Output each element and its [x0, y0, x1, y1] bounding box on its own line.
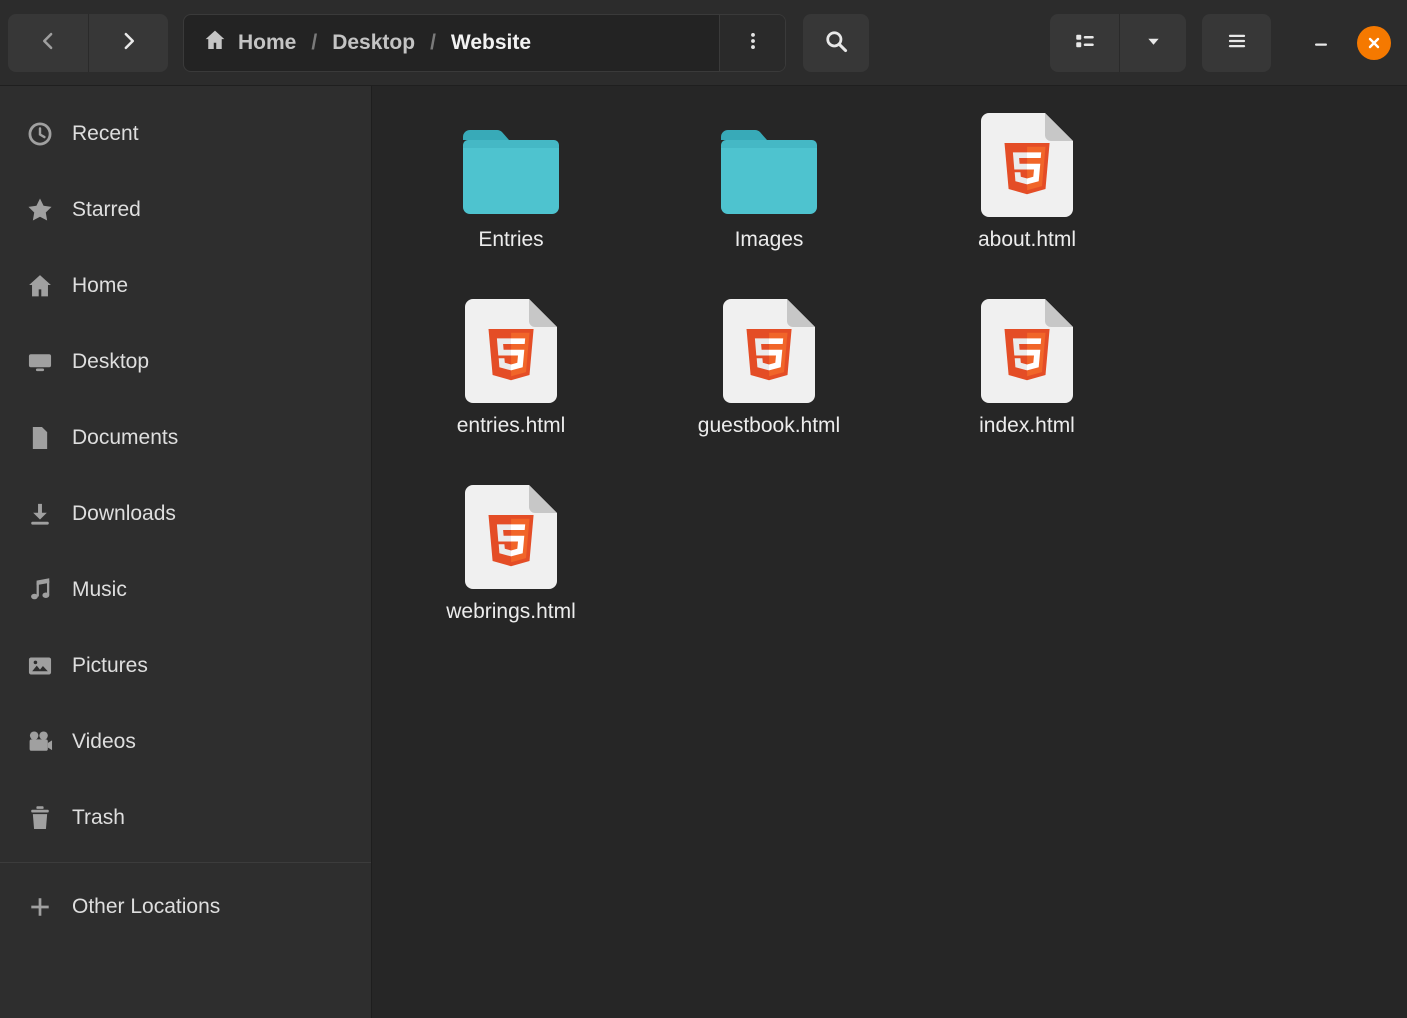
- search-button[interactable]: [803, 14, 869, 72]
- breadcrumb-website[interactable]: Website: [451, 31, 531, 55]
- search-icon: [825, 30, 848, 56]
- sidebar-item-documents[interactable]: Documents: [0, 400, 371, 476]
- html-file-icon: [722, 292, 816, 404]
- path-separator: /: [430, 31, 436, 55]
- list-view-icon: [1075, 31, 1095, 54]
- home-icon: [27, 273, 53, 299]
- clock-icon: [27, 121, 53, 147]
- sidebar-item-label: Videos: [72, 730, 136, 754]
- file-item-entries-folder[interactable]: Entries: [382, 94, 640, 280]
- file-item-about-html[interactable]: about.html: [898, 94, 1156, 280]
- view-toggle-button[interactable]: [1050, 14, 1119, 72]
- back-chevron-icon: [38, 31, 58, 54]
- hamburger-menu-icon: [1227, 31, 1247, 54]
- html-file-icon: [464, 292, 558, 404]
- file-item-guestbook-html[interactable]: guestbook.html: [640, 280, 898, 466]
- header-bar: Home / Desktop / Website: [0, 0, 1407, 86]
- sidebar-item-label: Music: [72, 578, 127, 602]
- file-label: entries.html: [457, 414, 566, 438]
- dropdown-arrow-icon: [1146, 34, 1161, 52]
- home-icon: [204, 29, 226, 57]
- download-icon: [27, 501, 53, 527]
- sidebar-item-label: Recent: [72, 122, 139, 146]
- sidebar-item-other-locations[interactable]: Other Locations: [0, 869, 371, 945]
- sidebar-item-videos[interactable]: Videos: [0, 704, 371, 780]
- sidebar-item-music[interactable]: Music: [0, 552, 371, 628]
- back-button[interactable]: [8, 14, 88, 72]
- sidebar-item-label: Trash: [72, 806, 125, 830]
- video-camera-icon: [27, 729, 53, 755]
- sidebar-item-label: Home: [72, 274, 128, 298]
- breadcrumb-home[interactable]: Home: [204, 29, 296, 57]
- sidebar-item-home[interactable]: Home: [0, 248, 371, 324]
- document-icon: [27, 425, 53, 451]
- desktop-icon: [27, 349, 53, 375]
- view-options-dropdown[interactable]: [1119, 14, 1186, 72]
- close-button[interactable]: [1349, 14, 1399, 72]
- sidebar-item-pictures[interactable]: Pictures: [0, 628, 371, 704]
- html-file-icon: [464, 478, 558, 590]
- sidebar-item-trash[interactable]: Trash: [0, 780, 371, 856]
- music-note-icon: [27, 577, 53, 603]
- file-label: Images: [735, 228, 804, 252]
- breadcrumb-desktop[interactable]: Desktop: [332, 31, 415, 55]
- file-item-index-html[interactable]: index.html: [898, 280, 1156, 466]
- sidebar-item-label: Pictures: [72, 654, 148, 678]
- sidebar-item-recent[interactable]: Recent: [0, 96, 371, 172]
- path-bar: Home / Desktop / Website: [183, 14, 786, 72]
- plus-icon: [27, 894, 53, 920]
- sidebar-item-label: Downloads: [72, 502, 176, 526]
- file-item-images-folder[interactable]: Images: [640, 94, 898, 280]
- html-file-icon: [980, 292, 1074, 404]
- file-label: Entries: [478, 228, 543, 252]
- path-separator: /: [311, 31, 317, 55]
- sidebar-item-label: Starred: [72, 198, 141, 222]
- file-manager-window: Home / Desktop / Website: [0, 0, 1407, 1018]
- html-file-icon: [980, 106, 1074, 218]
- minimize-button[interactable]: [1295, 14, 1347, 72]
- breadcrumb: Home / Desktop / Website: [184, 15, 719, 71]
- forward-chevron-icon: [119, 31, 139, 54]
- sidebar-separator: [0, 862, 371, 863]
- folder-icon: [459, 106, 563, 218]
- trash-icon: [27, 805, 53, 831]
- file-grid: Entries Images: [372, 86, 1407, 1018]
- file-label: guestbook.html: [698, 414, 840, 438]
- sidebar-item-starred[interactable]: Starred: [0, 172, 371, 248]
- sidebar-item-label: Documents: [72, 426, 178, 450]
- star-icon: [27, 197, 53, 223]
- close-icon: [1357, 26, 1391, 60]
- path-options-button[interactable]: [719, 15, 785, 71]
- file-label: index.html: [979, 414, 1075, 438]
- nav-button-group: [8, 14, 168, 72]
- file-label: about.html: [978, 228, 1076, 252]
- file-label: webrings.html: [446, 600, 576, 624]
- main-menu-button[interactable]: [1202, 14, 1271, 72]
- three-dot-menu-icon: [744, 32, 762, 53]
- breadcrumb-home-label: Home: [238, 31, 296, 55]
- places-sidebar: Recent Starred Home Desktop: [0, 86, 372, 1018]
- view-button-group: [1050, 14, 1186, 72]
- sidebar-item-downloads[interactable]: Downloads: [0, 476, 371, 552]
- file-item-entries-html[interactable]: entries.html: [382, 280, 640, 466]
- sidebar-item-desktop[interactable]: Desktop: [0, 324, 371, 400]
- forward-button[interactable]: [88, 14, 168, 72]
- window-body: Recent Starred Home Desktop: [0, 86, 1407, 1018]
- sidebar-item-label: Other Locations: [72, 895, 220, 919]
- picture-icon: [27, 653, 53, 679]
- minimize-icon: [1313, 33, 1329, 52]
- folder-icon: [717, 106, 821, 218]
- sidebar-item-label: Desktop: [72, 350, 149, 374]
- file-item-webrings-html[interactable]: webrings.html: [382, 466, 640, 652]
